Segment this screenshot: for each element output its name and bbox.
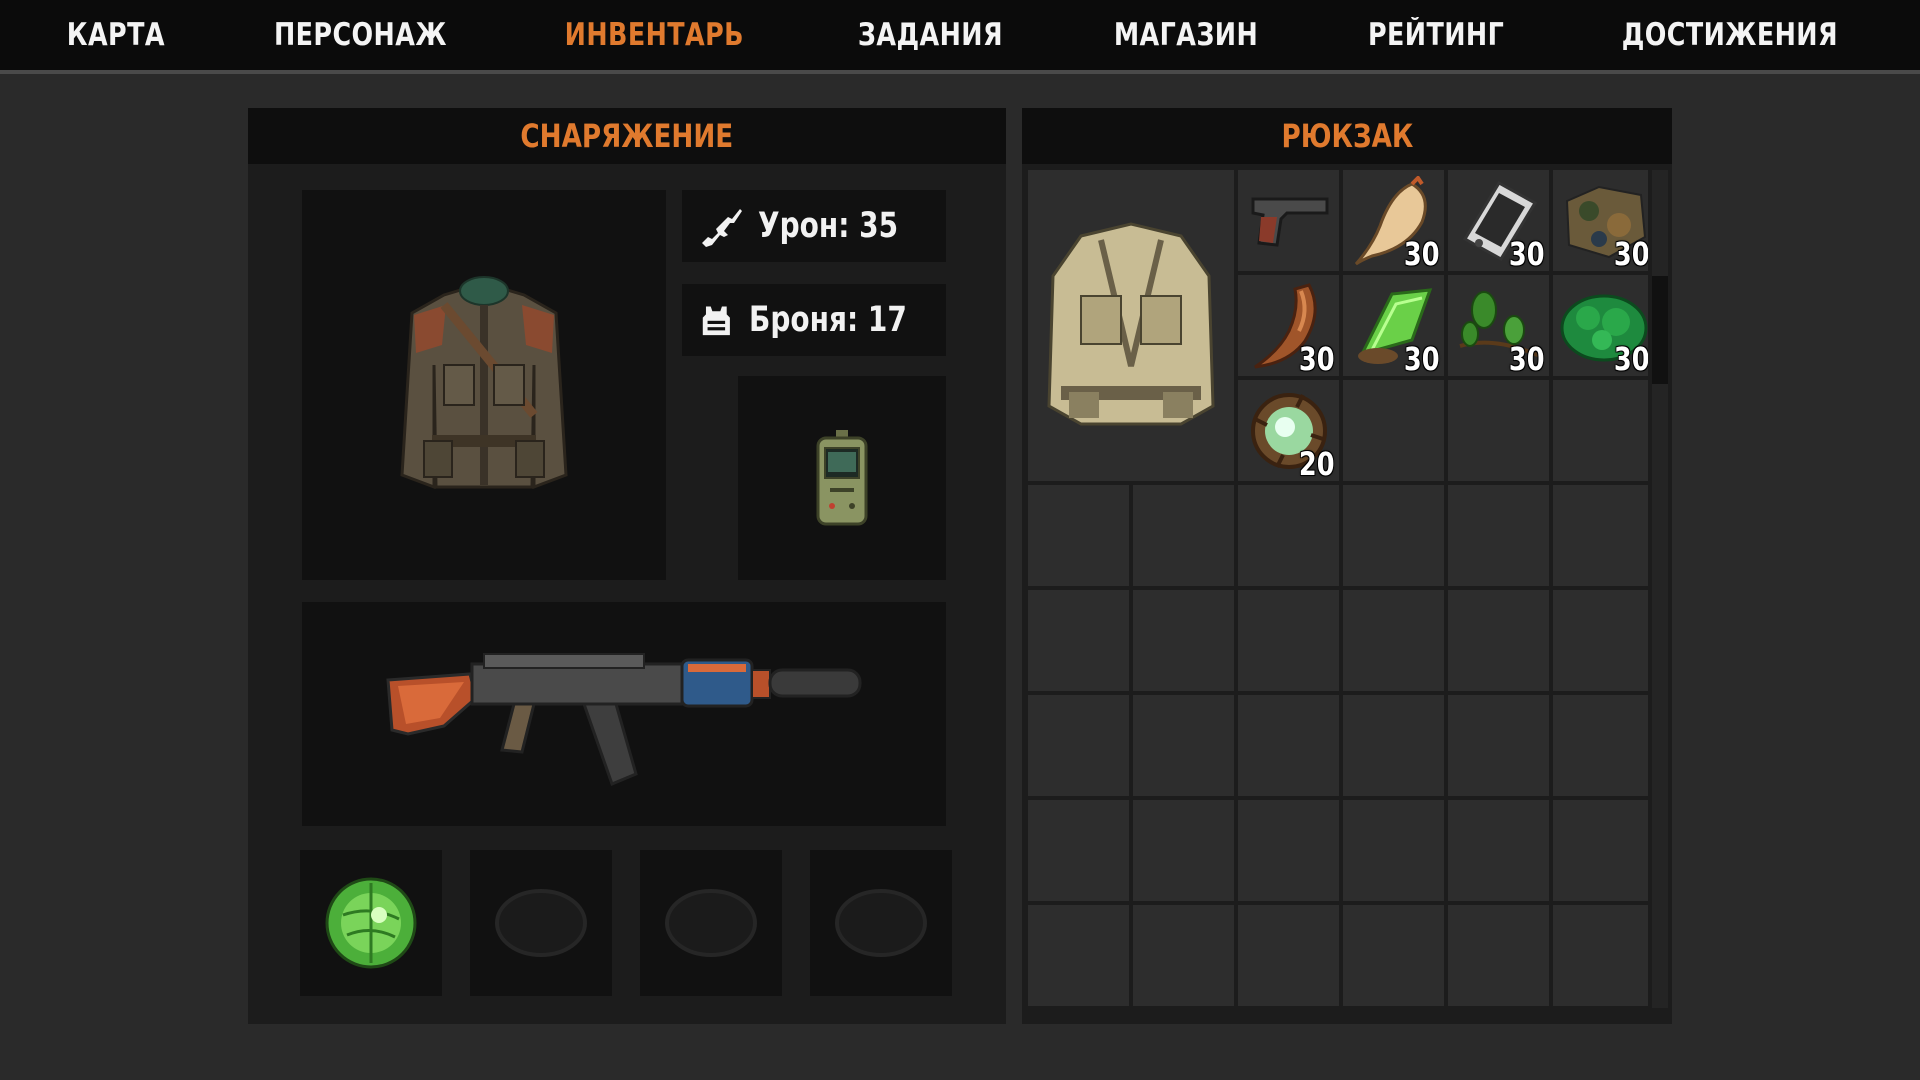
empty-artifact-slot-icon: [495, 889, 587, 957]
vest-icon: [702, 306, 730, 336]
armor-value: Броня: 17: [748, 300, 907, 340]
artifact-slot-1[interactable]: [300, 850, 442, 996]
artifact-slot-4[interactable]: [810, 850, 952, 996]
backpack-cell[interactable]: [1133, 590, 1234, 691]
backpack-title: РЮКЗАК: [1281, 117, 1413, 155]
backpack-equipped-slot[interactable]: [1028, 170, 1234, 481]
backpack-cell[interactable]: [1553, 590, 1648, 691]
backpack-cell[interactable]: [1238, 695, 1339, 796]
green-artifact-icon: [325, 877, 417, 969]
backpack-item-slot[interactable]: 30: [1448, 275, 1549, 378]
backpack-cell[interactable]: [1343, 695, 1444, 796]
backpack-item-slot[interactable]: 30: [1238, 275, 1339, 378]
item-quantity: 30: [1299, 340, 1335, 378]
backpack-scroll-thumb[interactable]: [1652, 276, 1668, 384]
nav-item-7[interactable]: ДОСТИЖЕНИЯ: [1622, 17, 1838, 53]
weapon-slot[interactable]: [302, 602, 946, 826]
backpack-cell[interactable]: [1343, 905, 1444, 1006]
nav-item-3[interactable]: ИНВЕНТАРЬ: [564, 17, 743, 53]
armor-stat: Броня: 17: [682, 284, 946, 356]
backpack-cell[interactable]: [1028, 695, 1129, 796]
backpack-cell[interactable]: [1448, 380, 1549, 481]
detector-icon: [816, 430, 868, 526]
backpack-cell[interactable]: [1343, 380, 1444, 481]
backpack-cell[interactable]: [1133, 800, 1234, 901]
backpack-cell[interactable]: [1238, 905, 1339, 1006]
top-navigation: КАРТА ПЕРСОНАЖ ИНВЕНТАРЬ ЗАДАНИЯ МАГАЗИН РЕЙТ…: [0, 0, 1920, 74]
backpack-cell[interactable]: [1553, 380, 1648, 481]
artifact-slot-3[interactable]: [640, 850, 782, 996]
backpack-cell[interactable]: [1553, 800, 1648, 901]
item-quantity: 30: [1404, 235, 1440, 273]
backpack-cell[interactable]: [1238, 485, 1339, 586]
nav-item-6[interactable]: РЕЙТИНГ: [1368, 17, 1504, 53]
backpack-cell[interactable]: [1343, 800, 1444, 901]
pistol-icon: [1251, 197, 1328, 247]
backpack-icon: [1047, 221, 1215, 425]
backpack-cell[interactable]: [1343, 590, 1444, 691]
backpack-cell[interactable]: [1448, 485, 1549, 586]
backpack-item-slot[interactable]: [1238, 170, 1339, 271]
backpack-cell[interactable]: [1133, 695, 1234, 796]
item-quantity: 30: [1404, 340, 1440, 378]
backpack-cell[interactable]: [1028, 800, 1129, 901]
item-quantity: 30: [1509, 340, 1545, 378]
item-quantity: 30: [1509, 235, 1545, 273]
backpack-cell[interactable]: [1553, 485, 1648, 586]
backpack-cell[interactable]: [1553, 695, 1648, 796]
backpack-cell[interactable]: [1028, 485, 1129, 586]
backpack-header: РЮКЗАК: [1022, 108, 1672, 164]
empty-artifact-slot-icon: [835, 889, 927, 957]
device-slot[interactable]: [738, 376, 946, 580]
backpack-cell[interactable]: [1028, 905, 1129, 1006]
backpack-cell[interactable]: [1133, 905, 1234, 1006]
assault-rifle-icon: [386, 653, 862, 786]
damage-value: Урон: 35: [758, 206, 899, 246]
backpack-item-slot[interactable]: 30: [1343, 275, 1444, 378]
equipment-header: СНАРЯЖЕНИЕ: [248, 108, 1006, 164]
backpack-panel: РЮКЗАК 30 30 30 30 30 30 30 20: [1022, 108, 1672, 1024]
equipment-title: СНАРЯЖЕНИЕ: [520, 117, 734, 155]
backpack-cell[interactable]: [1238, 800, 1339, 901]
empty-artifact-slot-icon: [665, 889, 757, 957]
backpack-cell[interactable]: [1448, 590, 1549, 691]
item-quantity: 30: [1614, 340, 1648, 378]
item-quantity: 20: [1299, 445, 1335, 483]
backpack-item-slot[interactable]: 20: [1238, 380, 1339, 483]
jacket-icon: [400, 276, 568, 490]
nav-item-5[interactable]: МАГАЗИН: [1114, 17, 1258, 53]
nav-item-4[interactable]: ЗАДАНИЯ: [858, 17, 1003, 53]
damage-stat: Урон: 35: [682, 190, 946, 262]
backpack-cell[interactable]: [1133, 485, 1234, 586]
backpack-cell[interactable]: [1448, 695, 1549, 796]
nav-item-1[interactable]: КАРТА: [67, 17, 165, 53]
body-armor-slot[interactable]: [302, 190, 666, 580]
nav-item-2[interactable]: ПЕРСОНАЖ: [274, 17, 447, 53]
backpack-item-slot[interactable]: 30: [1448, 170, 1549, 273]
backpack-cell[interactable]: [1448, 800, 1549, 901]
backpack-cell[interactable]: [1448, 905, 1549, 1006]
backpack-grid: 30 30 30 30 30 30 30 20: [1028, 170, 1648, 1008]
backpack-item-slot[interactable]: 30: [1553, 170, 1648, 273]
backpack-item-slot[interactable]: 30: [1553, 275, 1648, 378]
backpack-cell[interactable]: [1028, 590, 1129, 691]
backpack-item-slot[interactable]: 30: [1343, 170, 1444, 273]
backpack-cell[interactable]: [1553, 905, 1648, 1006]
equipment-panel: СНАРЯЖЕНИЕ Урон: 35 Броня: 17: [248, 108, 1006, 1024]
rifle-icon: [702, 209, 742, 247]
artifact-slot-2[interactable]: [470, 850, 612, 996]
backpack-cell[interactable]: [1343, 485, 1444, 586]
backpack-cell[interactable]: [1238, 590, 1339, 691]
item-quantity: 30: [1614, 235, 1648, 273]
